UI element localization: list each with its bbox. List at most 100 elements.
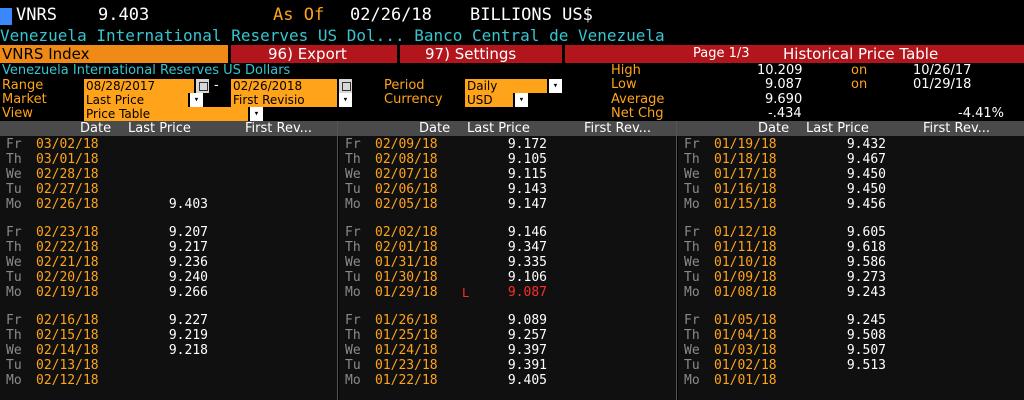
market-label: Market bbox=[2, 92, 47, 107]
row-date: 02/27/18 bbox=[36, 182, 99, 197]
row-date: 02/15/18 bbox=[36, 328, 99, 343]
average-label: Average bbox=[611, 92, 665, 107]
row-weekday: Fr bbox=[684, 137, 700, 152]
row-last-price: 9.335 bbox=[507, 255, 547, 270]
chevron-down-icon[interactable]: ▾ bbox=[250, 107, 263, 121]
row-last-price: 9.172 bbox=[507, 137, 547, 152]
row-date: 01/26/18 bbox=[375, 313, 438, 328]
row-last-price: 9.456 bbox=[846, 197, 886, 212]
row-date: 01/01/18 bbox=[714, 373, 777, 388]
row-last-price: 9.450 bbox=[846, 182, 886, 197]
row-weekday: Th bbox=[6, 328, 22, 343]
market-select[interactable]: Last Price bbox=[84, 93, 188, 107]
index-label[interactable]: VNRS Index bbox=[0, 45, 228, 63]
column-header-last-price: Last Price bbox=[128, 121, 191, 136]
row-weekday: We bbox=[684, 167, 700, 182]
range-dash: - bbox=[214, 78, 219, 93]
row-last-price: 9.257 bbox=[507, 328, 547, 343]
row-weekday: Fr bbox=[6, 313, 22, 328]
row-weekday: Th bbox=[6, 152, 22, 167]
row-weekday: Mo bbox=[345, 197, 361, 212]
column-header-date: Date bbox=[758, 121, 790, 136]
row-date: 02/28/18 bbox=[36, 167, 99, 182]
row-date: 01/19/18 bbox=[714, 137, 777, 152]
row-date: 01/12/18 bbox=[714, 225, 777, 240]
row-date: 01/04/18 bbox=[714, 328, 777, 343]
row-date: 03/02/18 bbox=[36, 137, 99, 152]
row-date: 01/30/18 bbox=[375, 270, 438, 285]
period-select[interactable]: Daily bbox=[465, 79, 547, 93]
row-weekday: Tu bbox=[684, 270, 700, 285]
row-last-price: 9.586 bbox=[846, 255, 886, 270]
row-last-price: 9.218 bbox=[168, 343, 208, 358]
row-weekday: Tu bbox=[684, 182, 700, 197]
row-date: 02/09/18 bbox=[375, 137, 438, 152]
chevron-down-icon[interactable]: ▾ bbox=[549, 79, 562, 93]
average-value: 9.690 bbox=[765, 92, 803, 107]
row-last-price: 9.217 bbox=[168, 240, 208, 255]
row-last-price: 9.405 bbox=[507, 373, 547, 388]
row-last-price: 9.147 bbox=[507, 197, 547, 212]
row-date: 01/11/18 bbox=[714, 240, 777, 255]
range-start-field[interactable]: 08/28/2017 bbox=[84, 79, 194, 93]
row-weekday: Mo bbox=[6, 285, 22, 300]
column-header-date: Date bbox=[419, 121, 451, 136]
row-weekday: Th bbox=[684, 240, 700, 255]
netchg-pct: -4.41% bbox=[958, 106, 1004, 121]
row-weekday: Fr bbox=[6, 137, 22, 152]
row-last-price: 9.467 bbox=[846, 152, 886, 167]
row-date: 01/05/18 bbox=[714, 313, 777, 328]
row-last-price: 9.219 bbox=[168, 328, 208, 343]
row-last-price: 9.207 bbox=[168, 225, 208, 240]
column-divider bbox=[337, 121, 338, 400]
market2-select[interactable]: First Revisio bbox=[231, 93, 337, 107]
row-weekday: We bbox=[684, 343, 700, 358]
calendar-icon[interactable] bbox=[339, 79, 352, 93]
row-weekday: Mo bbox=[684, 373, 700, 388]
row-last-price: 9.605 bbox=[846, 225, 886, 240]
row-last-price: 9.432 bbox=[846, 137, 886, 152]
high-value: 10.209 bbox=[757, 63, 803, 78]
row-date: 02/08/18 bbox=[375, 152, 438, 167]
row-date: 01/03/18 bbox=[714, 343, 777, 358]
row-weekday: Tu bbox=[345, 182, 361, 197]
row-weekday: Th bbox=[345, 240, 361, 255]
row-weekday: We bbox=[345, 167, 361, 182]
chevron-down-icon[interactable]: ▾ bbox=[339, 93, 352, 107]
row-date: 02/05/18 bbox=[375, 197, 438, 212]
settings-button[interactable]: 97) Settings bbox=[425, 45, 516, 63]
row-last-price: 9.450 bbox=[846, 167, 886, 182]
row-last-price: 9.227 bbox=[168, 313, 208, 328]
row-last-price: 9.146 bbox=[507, 225, 547, 240]
row-date: 02/21/18 bbox=[36, 255, 99, 270]
calendar-icon[interactable] bbox=[196, 79, 209, 93]
range-end-field[interactable]: 02/26/2018 bbox=[231, 79, 337, 93]
export-button[interactable]: 96) Export bbox=[268, 45, 347, 63]
currency-select[interactable]: USD bbox=[465, 93, 513, 107]
currency-label: Currency bbox=[384, 92, 443, 107]
high-date: 10/26/17 bbox=[913, 63, 972, 78]
view-select[interactable]: Price Table bbox=[84, 107, 248, 121]
row-date: 02/02/18 bbox=[375, 225, 438, 240]
row-date: 01/29/18 bbox=[375, 285, 438, 300]
row-last-price: 9.273 bbox=[846, 270, 886, 285]
row-last-price: 9.115 bbox=[507, 167, 547, 182]
row-weekday: We bbox=[345, 255, 361, 270]
high-label: High bbox=[611, 63, 641, 78]
row-date: 01/22/18 bbox=[375, 373, 438, 388]
view-label: View bbox=[2, 106, 33, 121]
row-weekday: Tu bbox=[6, 182, 22, 197]
row-date: 01/23/18 bbox=[375, 358, 438, 373]
security-marker-icon bbox=[0, 8, 12, 25]
period-label: Period bbox=[384, 78, 425, 93]
low-on-label: on bbox=[851, 77, 868, 92]
netchg-value: -.434 bbox=[768, 106, 802, 121]
row-weekday: Th bbox=[684, 328, 700, 343]
row-weekday: We bbox=[6, 255, 22, 270]
row-weekday: Mo bbox=[345, 285, 361, 300]
row-date: 01/10/18 bbox=[714, 255, 777, 270]
chevron-down-icon[interactable]: ▾ bbox=[190, 93, 203, 107]
row-last-price: 9.347 bbox=[507, 240, 547, 255]
chevron-down-icon[interactable]: ▾ bbox=[515, 93, 528, 107]
row-date: 02/07/18 bbox=[375, 167, 438, 182]
